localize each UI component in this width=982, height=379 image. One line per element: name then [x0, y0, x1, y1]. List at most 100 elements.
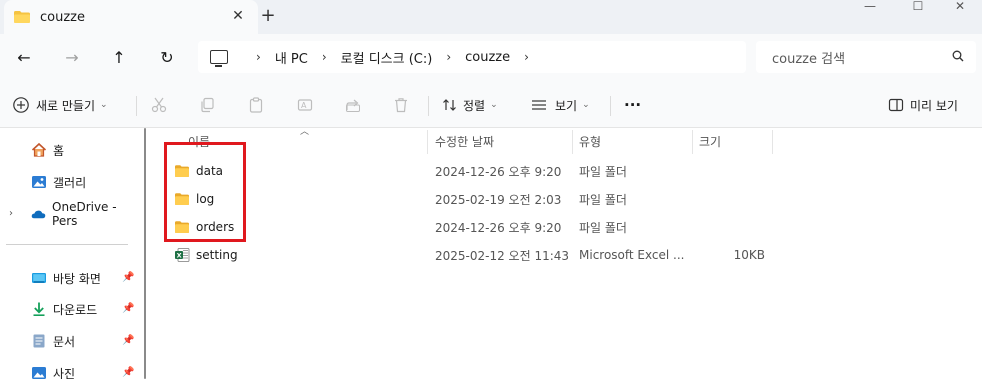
svg-text:A: A: [301, 101, 307, 110]
sidebar-item-desktop[interactable]: 바탕 화면: [0, 264, 140, 292]
onedrive-icon: [31, 210, 46, 219]
forward-button[interactable]: →: [60, 46, 84, 70]
address-bar[interactable]: › 내 PC › 로컬 디스크 (C:) › couzze ›: [198, 41, 746, 73]
file-date: 2025-02-19 오전 2:03: [435, 192, 562, 207]
sidebar-item-label: 문서: [53, 334, 76, 349]
pictures-icon: [32, 367, 46, 379]
sort-button[interactable]: 정렬 ⌄: [442, 92, 498, 118]
rename-icon: A: [294, 94, 316, 116]
tab-couzze[interactable]: couzze ✕: [4, 0, 258, 34]
sidebar-scrollbar[interactable]: [144, 128, 146, 379]
cut-icon: [148, 94, 170, 116]
sidebar-item-pictures[interactable]: 사진: [0, 359, 140, 379]
breadcrumb-couzze[interactable]: couzze: [465, 50, 510, 65]
sidebar-item-label: 갤러리: [53, 175, 87, 190]
file-date: 2024-12-26 오후 9:20: [435, 220, 562, 235]
view-icon: [532, 100, 546, 110]
sidebar-item-gallery[interactable]: 갤러리: [0, 168, 140, 196]
toolbar-divider: [136, 96, 137, 116]
copy-button[interactable]: [196, 92, 218, 118]
file-type: 파일 폴더: [579, 220, 627, 235]
maximize-button[interactable]: ☐: [896, 0, 940, 14]
minimize-button[interactable]: —: [848, 0, 892, 14]
sidebar-item-label: 다운로드: [53, 302, 98, 317]
copy-icon: [196, 94, 218, 116]
column-header-size[interactable]: 크기: [699, 128, 721, 154]
preview-pane-button[interactable]: 미리 보기: [888, 92, 958, 118]
tab-strip: couzze ✕ + — ☐ ✕: [0, 0, 982, 34]
new-tab-button[interactable]: +: [258, 6, 278, 26]
new-button-label: 새로 만들기: [36, 98, 96, 113]
file-row-orders[interactable]: orders 2024-12-26 오후 9:20 파일 폴더: [152, 213, 982, 241]
search-input[interactable]: couzze 검색: [772, 48, 845, 67]
download-icon: [33, 302, 45, 316]
cut-button[interactable]: [148, 92, 170, 118]
file-row-data[interactable]: data 2024-12-26 오후 9:20 파일 폴더: [152, 157, 982, 185]
sort-ascending-icon: ︿: [300, 127, 310, 137]
file-type: 파일 폴더: [579, 164, 627, 179]
share-button[interactable]: [342, 92, 364, 118]
close-window-button[interactable]: ✕: [938, 0, 982, 14]
paste-icon: [245, 94, 267, 116]
chevron-down-icon: ⌄: [582, 100, 590, 110]
file-row-setting[interactable]: X setting 2025-02-12 오전 11:43 Microsoft …: [152, 241, 982, 269]
column-header-type[interactable]: 유형: [579, 128, 601, 154]
documents-icon: [33, 334, 45, 348]
file-list: ︿ 이름 수정한 날짜 유형 크기 data 2024-12-26 오후 9:2…: [152, 127, 982, 379]
sidebar-item-onedrive[interactable]: OneDrive - Pers: [0, 200, 140, 228]
column-divider[interactable]: [772, 130, 773, 154]
close-tab-icon[interactable]: ✕: [230, 8, 246, 24]
refresh-button[interactable]: ↻: [155, 46, 179, 70]
search-box[interactable]: couzze 검색: [756, 41, 976, 73]
up-button[interactable]: ↑: [107, 46, 131, 70]
breadcrumb-my-pc[interactable]: 내 PC: [275, 48, 308, 67]
chevron-down-icon: ⌄: [100, 100, 108, 110]
pin-icon[interactable]: 📌: [122, 367, 134, 378]
chevron-right-icon[interactable]: ›: [446, 50, 451, 64]
sidebar-item-label: 바탕 화면: [53, 271, 101, 286]
pin-icon[interactable]: 📌: [122, 303, 134, 314]
plus-circle-icon: [13, 97, 29, 113]
sidebar-item-downloads[interactable]: 다운로드: [0, 295, 140, 323]
file-size: [693, 185, 765, 213]
back-button[interactable]: ←: [12, 46, 36, 70]
sidebar-item-documents[interactable]: 문서: [0, 327, 140, 355]
chevron-right-icon[interactable]: ›: [322, 50, 327, 64]
file-row-log[interactable]: log 2025-02-19 오전 2:03 파일 폴더: [152, 185, 982, 213]
sort-icon: [443, 99, 456, 111]
svg-text:X: X: [177, 252, 182, 260]
sort-label: 정렬: [463, 98, 486, 113]
sidebar-item-home[interactable]: 홈: [0, 136, 140, 164]
address-row: ← → ↑ ↻ › 내 PC › 로컬 디스크 (C:) › couzze › …: [0, 34, 982, 82]
desktop-icon: [32, 273, 46, 283]
file-size: [693, 157, 765, 185]
toolbar-divider: [610, 96, 611, 116]
breadcrumb-local-disk[interactable]: 로컬 디스크 (C:): [341, 48, 433, 67]
new-button[interactable]: 새로 만들기 ⌄: [12, 92, 108, 118]
rename-button[interactable]: A: [294, 92, 316, 118]
pin-icon[interactable]: 📌: [122, 272, 134, 283]
file-type: Microsoft Excel ...: [579, 248, 685, 262]
column-divider[interactable]: [427, 130, 428, 154]
chevron-right-icon[interactable]: ›: [256, 50, 261, 64]
column-divider[interactable]: [692, 130, 693, 154]
home-icon: [31, 142, 47, 157]
file-size: [693, 213, 765, 241]
trash-icon: [390, 94, 412, 116]
file-date: 2024-12-26 오후 9:20: [435, 164, 562, 179]
computer-icon: [210, 50, 228, 67]
chevron-right-icon[interactable]: ›: [524, 50, 529, 64]
navigation-pane: 홈 갤러리 › OneDrive - Pers 바탕 화면 📌 다운로드 📌 문…: [0, 128, 150, 379]
gallery-icon: [32, 176, 46, 188]
preview-pane-label: 미리 보기: [910, 98, 958, 113]
pin-icon[interactable]: 📌: [122, 335, 134, 346]
toolbar-divider: [428, 96, 429, 116]
paste-button[interactable]: [245, 92, 267, 118]
file-name: setting: [196, 248, 238, 262]
file-date: 2025-02-12 오전 11:43: [435, 248, 570, 263]
delete-button[interactable]: [390, 92, 412, 118]
column-header-date[interactable]: 수정한 날짜: [435, 128, 494, 154]
column-divider[interactable]: [572, 130, 573, 154]
view-button[interactable]: 보기 ⌄: [531, 92, 590, 118]
more-options-button[interactable]: ···: [624, 92, 641, 118]
